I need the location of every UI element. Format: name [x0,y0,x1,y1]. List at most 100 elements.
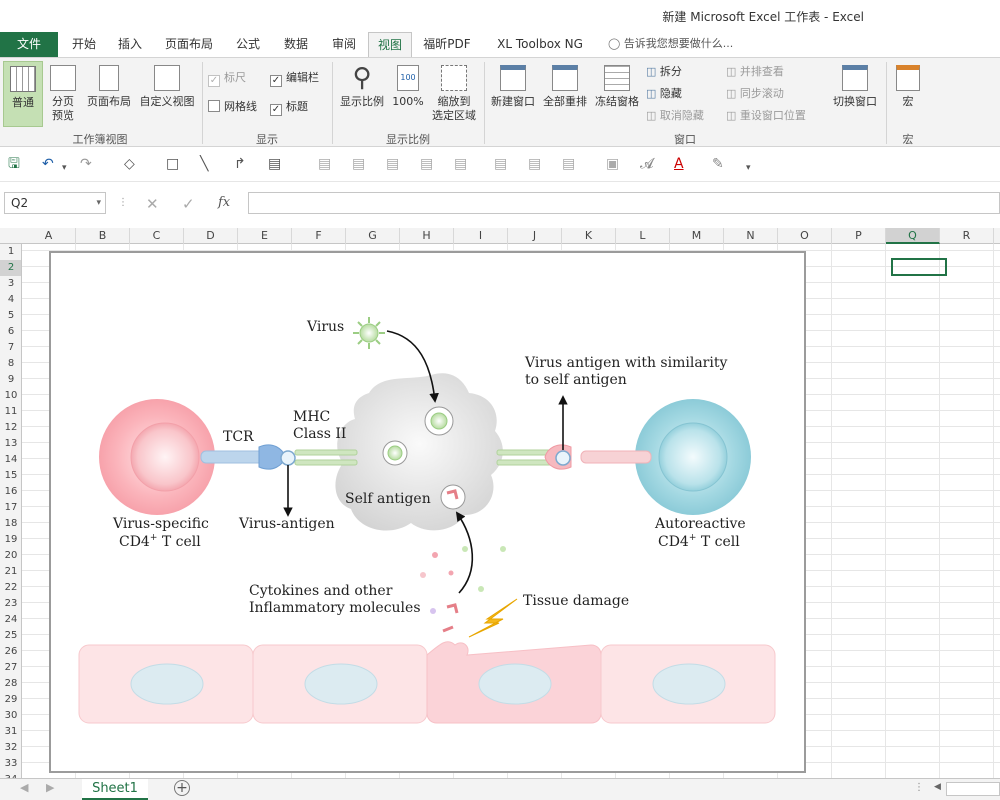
column-header-d[interactable]: D [184,228,238,244]
column-header-r[interactable]: R [940,228,994,244]
align-middle-icon[interactable]: ▤ [454,156,467,172]
name-box-dropdown-icon[interactable]: ▾ [96,193,101,213]
row-header-11[interactable]: 11 [0,404,21,420]
split-button[interactable]: ◫ 拆分 [646,65,682,79]
enter-icon[interactable]: ✓ [182,195,195,213]
elbow-connector-icon[interactable]: ↱ [234,156,246,172]
row-header-29[interactable]: 29 [0,692,21,708]
font-color-icon[interactable]: A [674,156,684,172]
column-header-j[interactable]: J [508,228,562,244]
column-header-p[interactable]: P [832,228,886,244]
customize-toolbar-icon[interactable]: ▾ [746,160,751,176]
row-header-17[interactable]: 17 [0,500,21,516]
align-left-icon[interactable]: ▤ [318,156,331,172]
save-icon[interactable]: 🖫 [8,156,20,172]
row-header-4[interactable]: 4 [0,292,21,308]
row-header-27[interactable]: 27 [0,660,21,676]
column-header-h[interactable]: H [400,228,454,244]
normal-view-button[interactable]: 普通 [3,61,43,127]
row-header-18[interactable]: 18 [0,516,21,532]
unhide-button[interactable]: ◫ 取消隐藏 [646,109,704,123]
hide-button[interactable]: ◫ 隐藏 [646,87,682,101]
column-header-q[interactable]: Q [886,228,940,244]
row-header-31[interactable]: 31 [0,724,21,740]
column-header-l[interactable]: L [616,228,670,244]
tell-me-box[interactable]: ◯ 告诉我您想要做什么... [608,32,733,57]
cancel-icon[interactable]: ✕ [146,195,159,213]
row-header-10[interactable]: 10 [0,388,21,404]
tab-data[interactable]: 数据 [274,32,318,57]
tab-scroll-grip-icon[interactable]: ⋮ [914,782,924,793]
row-header-1[interactable]: 1 [0,244,21,260]
sync-scroll-button[interactable]: ◫ 同步滚动 [726,87,784,101]
undo-icon[interactable]: ↶ [42,156,54,172]
row-header-12[interactable]: 12 [0,420,21,436]
column-header-o[interactable]: O [778,228,832,244]
formula-bar-checkbox[interactable]: ✓ 编辑栏 [270,71,319,87]
new-window-button[interactable]: 新建窗口 [488,61,538,127]
column-header-a[interactable]: A [22,228,76,244]
tab-file[interactable]: 文件 [0,32,58,57]
align-right-icon[interactable]: ▤ [386,156,399,172]
row-header-5[interactable]: 5 [0,308,21,324]
redo-icon[interactable]: ↷ [80,156,92,172]
tab-foxit-pdf[interactable]: 福昕PDF [414,32,480,57]
insert-function-icon[interactable]: fx [218,195,230,210]
scroll-next-sheet-icon[interactable]: ▶ [46,781,54,794]
align-center-icon[interactable]: ▤ [352,156,365,172]
ruler-checkbox[interactable]: ✓ 标尺 [208,71,246,87]
distribute-horizontal-icon[interactable]: ▤ [494,156,507,172]
row-header-20[interactable]: 20 [0,548,21,564]
column-header-b[interactable]: B [76,228,130,244]
column-header-c[interactable]: C [130,228,184,244]
embedded-diagram[interactable]: Virus TCR MHC Class II Virus antigen wit… [49,251,806,773]
active-cell[interactable] [891,258,947,276]
tab-home[interactable]: 开始 [62,32,106,57]
macros-button[interactable]: 宏 [890,61,926,127]
row-header-8[interactable]: 8 [0,356,21,372]
text-box-icon[interactable]: ▤ [268,156,281,172]
new-sheet-icon[interactable]: + [174,780,190,796]
switch-windows-button[interactable]: 切换窗口 [828,61,882,127]
zoom-button[interactable]: ⚲ 显示比例 [336,61,388,127]
tab-view[interactable]: 视图 [368,32,412,57]
column-header-e[interactable]: E [238,228,292,244]
column-header-f[interactable]: F [292,228,346,244]
row-header-21[interactable]: 21 [0,564,21,580]
page-break-preview-button[interactable]: 分页 预览 [46,61,80,127]
row-header-22[interactable]: 22 [0,580,21,596]
tab-xl-toolbox[interactable]: XL Toolbox NG [484,32,596,57]
row-header-30[interactable]: 30 [0,708,21,724]
scroll-prev-sheet-icon[interactable]: ◀ [20,781,28,794]
shapes-icon[interactable]: ◇ [124,156,135,172]
formula-input[interactable] [248,192,1000,214]
arrange-all-button[interactable]: 全部重排 [540,61,590,127]
row-header-25[interactable]: 25 [0,628,21,644]
row-header-3[interactable]: 3 [0,276,21,292]
line-icon[interactable]: ╲ [200,156,208,172]
group-objects-icon[interactable]: ▣ [606,156,619,172]
row-header-2[interactable]: 2 [0,260,21,276]
sheet-tab-sheet1[interactable]: Sheet1 [82,779,148,800]
undo-dropdown-icon[interactable]: ▾ [62,160,67,176]
column-header-g[interactable]: G [346,228,400,244]
row-header-13[interactable]: 13 [0,436,21,452]
headings-checkbox[interactable]: ✓ 标题 [270,100,308,116]
column-header-k[interactable]: K [562,228,616,244]
column-header-n[interactable]: N [724,228,778,244]
distribute-vertical-icon[interactable]: ▤ [528,156,541,172]
row-header-16[interactable]: 16 [0,484,21,500]
format-painter-icon[interactable]: ✎ [712,156,724,172]
custom-views-button[interactable]: 自定义视图 [136,61,198,127]
freeze-panes-button[interactable]: 冻结窗格 [592,61,642,127]
row-header-19[interactable]: 19 [0,532,21,548]
zoom-100-button[interactable]: 100 100% [390,61,426,127]
row-header-33[interactable]: 33 [0,756,21,772]
name-box[interactable]: Q2 ▾ [4,192,106,214]
row-header-6[interactable]: 6 [0,324,21,340]
align-top-icon[interactable]: ▤ [420,156,433,172]
tab-page-layout[interactable]: 页面布局 [158,32,220,57]
row-header-9[interactable]: 9 [0,372,21,388]
row-header-15[interactable]: 15 [0,468,21,484]
row-header-26[interactable]: 26 [0,644,21,660]
